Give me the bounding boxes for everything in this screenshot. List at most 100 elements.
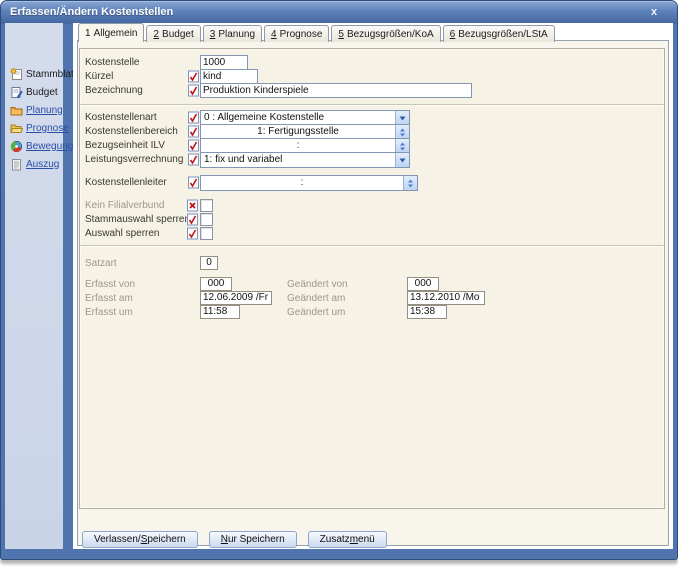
tab-accelerator: 4 bbox=[271, 29, 277, 40]
geaendert-am-value: 13.12.2010 /Mo bbox=[407, 291, 485, 305]
tab-label: Bezugsgrößen/KoA bbox=[347, 29, 434, 40]
auszug-icon bbox=[10, 158, 23, 171]
kein-filialverbund-checkbox[interactable] bbox=[200, 199, 213, 212]
field-row-bezeichnung: Bezeichnung bbox=[80, 83, 664, 98]
field-row-kostenstellenart: Kostenstellenart 0 : Allgemeine Kostenst… bbox=[80, 110, 664, 125]
tab-accelerator: 1 bbox=[85, 28, 91, 39]
edit-check-icon bbox=[188, 139, 199, 152]
sidebar-item-prognose[interactable]: Prognose bbox=[10, 121, 69, 135]
up-down-arrows-icon bbox=[407, 179, 414, 188]
close-button[interactable]: x bbox=[646, 5, 662, 20]
dropdown-value: : bbox=[201, 139, 395, 153]
budget-icon bbox=[10, 86, 23, 99]
kuerzel-input[interactable] bbox=[200, 69, 258, 84]
edit-check-icon bbox=[188, 70, 199, 83]
bewegung-icon bbox=[10, 140, 23, 153]
field-row-erfasst-um: Erfasst um 11:58 Geändert um 15:38 bbox=[80, 305, 664, 320]
field-label: Geändert am bbox=[287, 293, 345, 304]
up-down-arrows-icon bbox=[399, 128, 406, 137]
sidebar-item-label: Prognose bbox=[26, 123, 69, 134]
tab-bezugsgroessen-koa[interactable]: 5Bezugsgrößen/KoA bbox=[331, 25, 440, 42]
tab-label: Planung bbox=[218, 29, 255, 40]
cross-icon bbox=[187, 199, 198, 212]
tab-planung[interactable]: 3Planung bbox=[203, 25, 262, 42]
tab-accelerator: 3 bbox=[210, 29, 216, 40]
erfasst-von-value: 000 bbox=[200, 277, 232, 291]
field-label: Erfasst am bbox=[85, 293, 133, 304]
up-down-arrows-icon bbox=[399, 142, 406, 151]
field-row-erfasst-am: Erfasst am 12.06.2009 /Fr Geändert am 13… bbox=[80, 291, 664, 306]
field-row-auswahl-sperren: Auswahl sperren bbox=[80, 226, 664, 241]
tab-bezugsgroessen-lsta[interactable]: 6Bezugsgrößen/LStA bbox=[443, 25, 555, 42]
tab-label: Bezugsgrößen/LStA bbox=[458, 29, 548, 40]
tab-accelerator: 2 bbox=[153, 29, 159, 40]
tab-strip: 1Allgemein 2Budget 3Planung 4Prognose 5B… bbox=[78, 25, 557, 42]
field-row-kostenstellenleiter: Kostenstellenleiter : bbox=[80, 175, 664, 190]
field-row-kostenstelle: Kostenstelle bbox=[80, 55, 664, 70]
bezeichnung-input[interactable] bbox=[200, 83, 472, 98]
leistungsverrechnung-dropdown[interactable]: 1: fix und variabel bbox=[200, 152, 410, 168]
kostenstelle-input[interactable] bbox=[200, 55, 248, 70]
erfasst-am-value: 12.06.2009 /Fr bbox=[200, 291, 272, 305]
tab-label: Allgemein bbox=[94, 28, 138, 39]
dropdown-button[interactable] bbox=[395, 153, 409, 167]
field-label: Bezeichnung bbox=[85, 85, 143, 96]
prognose-icon bbox=[10, 122, 23, 135]
sidebar-item-auszug[interactable]: Auszug bbox=[10, 157, 59, 171]
sidebar-item-label: Auszug bbox=[26, 159, 59, 170]
titlebar[interactable]: Erfassen/Ändern Kostenstellen x bbox=[1, 1, 677, 24]
sidebar: Stammblatt Budget Planung Prognose bbox=[5, 23, 63, 549]
sidebar-item-label: Bewegung bbox=[26, 141, 73, 152]
chevron-down-icon bbox=[399, 158, 406, 163]
field-row-satzart: Satzart 0 bbox=[80, 256, 664, 271]
field-label: Kein Filialverbund bbox=[85, 200, 165, 211]
separator bbox=[80, 104, 664, 105]
stammauswahl-sperren-checkbox[interactable] bbox=[200, 213, 213, 226]
satzart-value: 0 bbox=[200, 256, 218, 270]
edit-check-icon bbox=[188, 111, 199, 124]
dropdown-value: 0 : Allgemeine Kostenstelle bbox=[201, 111, 395, 125]
geaendert-um-value: 15:38 bbox=[407, 305, 447, 319]
field-label: Leistungsverrechnung bbox=[85, 154, 183, 165]
zusatzmenu-button[interactable]: Zusatzmenü bbox=[308, 531, 387, 548]
sidebar-item-planung[interactable]: Planung bbox=[10, 103, 63, 117]
sidebar-item-stammblatt[interactable]: Stammblatt bbox=[10, 67, 77, 81]
tab-budget[interactable]: 2Budget bbox=[146, 25, 200, 42]
field-row-kuerzel: Kürzel bbox=[80, 69, 664, 84]
auswahl-sperren-checkbox[interactable] bbox=[200, 227, 213, 240]
dropdown-value: 1: fix und variabel bbox=[201, 153, 395, 167]
field-label: Kürzel bbox=[85, 71, 113, 82]
field-row-bezugseinheit-ilv: Bezugseinheit ILV : bbox=[80, 138, 664, 153]
sidebar-item-budget[interactable]: Budget bbox=[10, 85, 58, 99]
field-label: Bezugseinheit ILV bbox=[85, 140, 165, 151]
erfasst-um-value: 11:58 bbox=[200, 305, 240, 319]
dropdown-button[interactable] bbox=[403, 176, 417, 190]
nur-speichern-button[interactable]: Nur Speichern bbox=[209, 531, 297, 548]
dropdown-value: : bbox=[201, 176, 403, 190]
button-bar: Verlassen/Speichern Nur Speichern Zusatz… bbox=[82, 531, 387, 548]
field-row-erfasst-von: Erfasst von 000 Geändert von 000 bbox=[80, 277, 664, 292]
field-label: Kostenstellenart bbox=[85, 112, 157, 123]
separator bbox=[80, 245, 664, 246]
app-window: Erfassen/Ändern Kostenstellen x Stammbla… bbox=[0, 0, 678, 560]
edit-check-icon bbox=[188, 176, 199, 189]
field-label: Geändert um bbox=[287, 307, 345, 318]
field-label: Kostenstelle bbox=[85, 57, 139, 68]
field-label: Kostenstellenbereich bbox=[85, 126, 178, 137]
field-label: Satzart bbox=[85, 258, 117, 269]
dropdown-button[interactable] bbox=[395, 125, 409, 139]
field-label: Erfasst um bbox=[85, 307, 133, 318]
field-label: Geändert von bbox=[287, 279, 348, 290]
edit-check-icon bbox=[188, 153, 199, 166]
dropdown-button[interactable] bbox=[395, 139, 409, 153]
edit-check-icon bbox=[188, 84, 199, 97]
kostenstellenleiter-dropdown[interactable]: : bbox=[200, 175, 418, 191]
verlassen-speichern-button[interactable]: Verlassen/Speichern bbox=[82, 531, 198, 548]
close-icon: x bbox=[651, 6, 657, 18]
tab-allgemein[interactable]: 1Allgemein bbox=[78, 23, 144, 42]
main-content: 1Allgemein 2Budget 3Planung 4Prognose 5B… bbox=[73, 23, 673, 549]
edit-check-icon bbox=[187, 213, 198, 226]
dropdown-button[interactable] bbox=[395, 111, 409, 125]
tab-prognose[interactable]: 4Prognose bbox=[264, 25, 329, 42]
sidebar-item-bewegung[interactable]: Bewegung bbox=[10, 139, 73, 153]
